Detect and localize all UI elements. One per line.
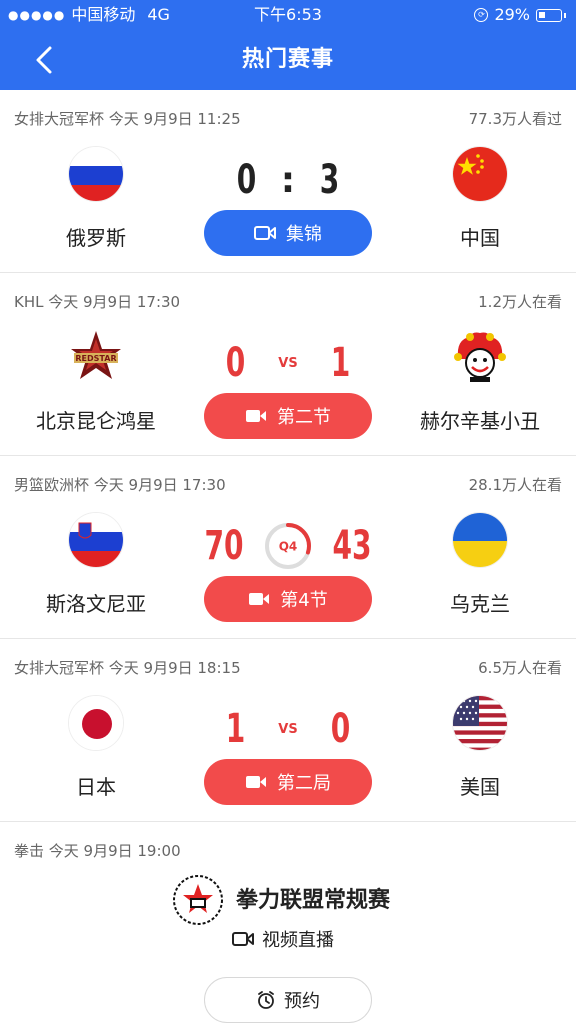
video-live-label: 视频直播 bbox=[262, 930, 334, 951]
match-meta: 男篮欧洲杯 今天 9月9日 17:30 bbox=[14, 476, 226, 494]
home-score: 1 bbox=[225, 706, 246, 752]
status-bar: ●●●●● 中国移动 4G 下午6:53 ⟳ 29% bbox=[0, 0, 576, 30]
match-meta: 拳击 今天 9月9日 19:00 bbox=[14, 842, 181, 860]
team-name: 北京昆仑鸿星 bbox=[36, 409, 156, 433]
svg-text:REDSTAR: REDSTAR bbox=[75, 354, 116, 363]
match-meta: KHL 今天 9月9日 17:30 bbox=[14, 293, 181, 311]
team-name: 赫尔辛基小丑 bbox=[420, 409, 540, 433]
home-team[interactable]: REDSTAR 北京昆仑鸿星 bbox=[0, 329, 196, 434]
match-card[interactable]: KHL 今天 9月9日 17:30 1.2万人在看 REDSTAR 北京昆仑鸿星… bbox=[0, 273, 576, 456]
team-name: 斯洛文尼亚 bbox=[46, 592, 146, 616]
scoreboard: 0 VS 1 bbox=[188, 333, 388, 393]
home-team[interactable]: 日本 bbox=[0, 695, 196, 800]
alarm-clock-icon bbox=[258, 991, 274, 1009]
team-name: 中国 bbox=[460, 226, 500, 250]
live-button[interactable]: 第二局 bbox=[204, 759, 372, 805]
away-team[interactable]: 赫尔辛基小丑 bbox=[380, 329, 576, 434]
match-card[interactable]: 男篮欧洲杯 今天 9月9日 17:30 28.1万人在看 斯洛文尼亚 70 Q4… bbox=[0, 456, 576, 639]
view-count: 1.2万人在看 bbox=[478, 293, 562, 311]
team-name: 乌克兰 bbox=[450, 592, 510, 616]
live-button[interactable]: 第4节 bbox=[204, 576, 372, 622]
view-count: 6.5万人在看 bbox=[478, 659, 562, 677]
home-team[interactable]: 俄罗斯 bbox=[0, 146, 196, 251]
rotation-lock-icon: ⟳ bbox=[474, 8, 489, 22]
video-camera-icon bbox=[254, 226, 276, 240]
event-title: 拳力联盟常规赛 bbox=[236, 888, 391, 913]
page-title: 热门赛事 bbox=[241, 47, 334, 72]
jokerit-logo-icon bbox=[452, 329, 508, 385]
reserve-button[interactable]: 预约 bbox=[204, 977, 372, 1023]
russia-flag-icon bbox=[68, 146, 124, 202]
match-card[interactable]: 女排大冠军杯 今天 9月9日 18:15 6.5万人在看 日本 1 VS 0 美… bbox=[0, 639, 576, 822]
japan-flag-icon bbox=[68, 695, 124, 751]
slovenia-flag-icon bbox=[68, 512, 124, 568]
home-score: 0 bbox=[236, 157, 257, 203]
live-period-label: 第二局 bbox=[277, 773, 331, 794]
video-camera-icon bbox=[249, 593, 270, 605]
away-score: 3 bbox=[319, 157, 340, 203]
home-score: 70 bbox=[204, 523, 244, 569]
home-team[interactable]: 斯洛文尼亚 bbox=[0, 512, 196, 617]
scoreboard: 1 VS 0 bbox=[188, 699, 388, 759]
china-flag-icon bbox=[452, 146, 508, 202]
scoreboard: 70 Q4 43 bbox=[188, 516, 388, 576]
team-name: 日本 bbox=[76, 775, 116, 799]
ukraine-flag-icon bbox=[452, 512, 508, 568]
redstar-logo-icon: REDSTAR bbox=[68, 329, 124, 385]
video-camera-icon bbox=[246, 410, 266, 422]
boxing-league-logo-icon bbox=[172, 874, 224, 926]
quarter-label: Q4 bbox=[279, 540, 298, 554]
away-team[interactable]: 中国 bbox=[380, 146, 576, 251]
reserve-label: 预约 bbox=[284, 991, 320, 1012]
away-score: 43 bbox=[332, 523, 372, 569]
usa-flag-icon bbox=[452, 695, 508, 751]
vs-label: VS bbox=[278, 355, 298, 371]
live-button[interactable]: 第二节 bbox=[204, 393, 372, 439]
quarter-progress-ring: Q4 bbox=[265, 523, 311, 569]
away-score: 0 bbox=[330, 706, 351, 752]
team-name: 美国 bbox=[460, 775, 500, 799]
highlights-label: 集锦 bbox=[286, 224, 322, 245]
video-camera-icon bbox=[246, 776, 266, 788]
live-period-label: 第4节 bbox=[280, 590, 328, 611]
nav-bar: 热门赛事 bbox=[0, 30, 576, 90]
team-name: 俄罗斯 bbox=[66, 226, 126, 250]
battery-percent: 29% bbox=[494, 5, 530, 24]
battery-icon bbox=[536, 8, 566, 22]
away-team[interactable]: 美国 bbox=[380, 695, 576, 800]
app-header: ●●●●● 中国移动 4G 下午6:53 ⟳ 29% 热门赛事 bbox=[0, 0, 576, 90]
match-meta: 女排大冠军杯 今天 9月9日 18:15 bbox=[14, 659, 241, 677]
video-live-row[interactable]: 视频直播 bbox=[232, 926, 334, 952]
vs-label: VS bbox=[278, 721, 298, 737]
event-card[interactable]: 拳击 今天 9月9日 19:00 拳力联盟常规赛 视频直播 预约 bbox=[0, 822, 576, 1024]
away-score: 1 bbox=[330, 340, 351, 386]
view-count: 77.3万人看过 bbox=[468, 110, 562, 128]
view-count: 28.1万人在看 bbox=[468, 476, 562, 494]
match-card[interactable]: 女排大冠军杯 今天 9月9日 11:25 77.3万人看过 俄罗斯 0 : 3 … bbox=[0, 90, 576, 273]
home-score: 0 bbox=[225, 340, 246, 386]
match-meta: 女排大冠军杯 今天 9月9日 11:25 bbox=[14, 110, 241, 128]
away-team[interactable]: 乌克兰 bbox=[380, 512, 576, 617]
score-separator: : bbox=[280, 159, 296, 201]
live-period-label: 第二节 bbox=[277, 407, 331, 428]
video-camera-icon bbox=[232, 932, 254, 946]
scoreboard: 0 : 3 bbox=[188, 150, 388, 210]
highlights-button[interactable]: 集锦 bbox=[204, 210, 372, 256]
